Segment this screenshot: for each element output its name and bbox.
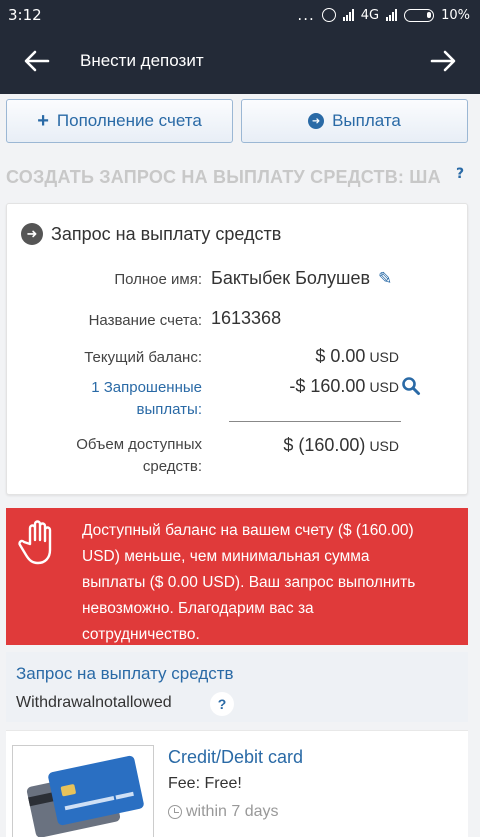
- balance-value: $ 0.00 USD: [315, 346, 399, 367]
- notification-dots: ...: [297, 6, 315, 24]
- request-status-title: Запрос на выплату средств: [16, 664, 234, 683]
- alarm-icon: [321, 8, 336, 22]
- requested-label-line1: 1 Запрошенные: [91, 379, 202, 396]
- status-time: 3:12: [8, 6, 42, 24]
- signal-icon-2: [386, 9, 398, 21]
- error-banner: Доступный баланс на вашем счету ($ (160.…: [6, 508, 468, 645]
- full-name-text: Бактыбек Болушев: [211, 268, 371, 288]
- network-type: 4G: [360, 7, 380, 23]
- error-message: Доступный баланс на вашем счету ($ (160.…: [82, 518, 458, 648]
- plus-icon: +: [37, 109, 49, 132]
- full-name-value: Бактыбек Болушев ✎: [211, 268, 392, 289]
- deposit-button[interactable]: + Пополнение счета: [6, 99, 233, 143]
- available-label-line2: средств:: [142, 458, 202, 475]
- search-icon[interactable]: [401, 376, 421, 396]
- clock-icon: [168, 805, 182, 819]
- signal-icon: [342, 9, 354, 21]
- balance-amount: $ 0.00: [315, 346, 366, 366]
- requested-value: -$ 160.00 USD: [289, 376, 399, 397]
- app-bar: Внести депозит: [0, 30, 480, 94]
- status-icons: ... 4G 10%: [297, 6, 470, 24]
- requested-payouts-link[interactable]: 1 Запрошенные выплаты:: [91, 377, 202, 421]
- available-label: Объем доступных средств:: [76, 434, 202, 478]
- account-label: Название счета:: [88, 312, 202, 329]
- mode-buttons: + Пополнение счета ➜ Выплата: [6, 99, 468, 143]
- page-title: Внести депозит: [80, 51, 204, 70]
- error-line: сотрудничество.: [82, 626, 200, 643]
- payout-request-card: ➜ Запрос на выплату средств Полное имя: …: [6, 203, 468, 495]
- error-line: Доступный баланс на вашем счету ($ (160.…: [82, 522, 414, 539]
- battery-percent: 10%: [441, 7, 470, 23]
- credit-card-image: [12, 745, 154, 837]
- payment-option-card[interactable]: Credit/Debit card Fee: Free! within 7 da…: [6, 730, 468, 837]
- payment-fee: Fee: Free!: [168, 775, 242, 792]
- sum-divider: [229, 421, 401, 422]
- requested-currency: USD: [369, 379, 399, 395]
- arrow-left-icon[interactable]: [22, 46, 52, 76]
- balance-label: Текущий баланс:: [84, 349, 202, 366]
- status-bar: 3:12 ... 4G 10%: [0, 0, 480, 30]
- deposit-button-label: Пополнение счета: [56, 111, 202, 130]
- pencil-icon[interactable]: ✎: [378, 269, 392, 289]
- stop-hand-icon: [18, 520, 52, 565]
- payout-button[interactable]: ➜ Выплата: [241, 99, 468, 143]
- payment-time: within 7 days: [168, 803, 279, 821]
- full-name-label: Полное имя:: [114, 271, 202, 288]
- account-value: 1613368: [211, 308, 282, 328]
- requested-label-line2: выплаты:: [136, 401, 202, 418]
- section-title: СОЗДАТЬ ЗАПРОС НА ВЫПЛАТУ СРЕДСТВ: ША: [6, 167, 441, 187]
- error-line: невозможно. Благодарим вас за: [82, 600, 314, 617]
- error-line: USD) меньше, чем минимальная сумма: [82, 548, 370, 565]
- arrow-right-icon[interactable]: [428, 46, 458, 76]
- available-value: $ (160.00) USD: [283, 435, 399, 456]
- circle-arrow-right-icon: ➜: [308, 113, 325, 129]
- payment-time-text: within 7 days: [186, 803, 279, 820]
- available-currency: USD: [369, 438, 399, 454]
- battery-icon: [404, 8, 435, 22]
- available-amount: $ (160.00): [283, 435, 366, 455]
- balance-currency: USD: [369, 349, 399, 365]
- available-label-line1: Объем доступных: [76, 436, 202, 453]
- requested-amount: -$ 160.00: [289, 376, 366, 396]
- help-icon[interactable]: ?: [210, 692, 234, 716]
- card-title: Запрос на выплату средств: [51, 223, 282, 244]
- request-status-value: Withdrawalnotallowed: [16, 694, 172, 711]
- credit-cards-icon: [26, 755, 144, 837]
- error-line: выплаты ($ 0.00 USD). Ваш запрос выполни…: [82, 574, 416, 591]
- payout-button-label: Выплата: [332, 111, 401, 130]
- payment-method-name[interactable]: Credit/Debit card: [168, 747, 303, 768]
- request-status-panel: Запрос на выплату средств Withdrawalnota…: [6, 652, 468, 722]
- help-icon[interactable]: ?: [456, 166, 470, 188]
- card-header: ➜ Запрос на выплату средств: [21, 223, 281, 245]
- circle-arrow-right-icon: ➜: [21, 223, 43, 245]
